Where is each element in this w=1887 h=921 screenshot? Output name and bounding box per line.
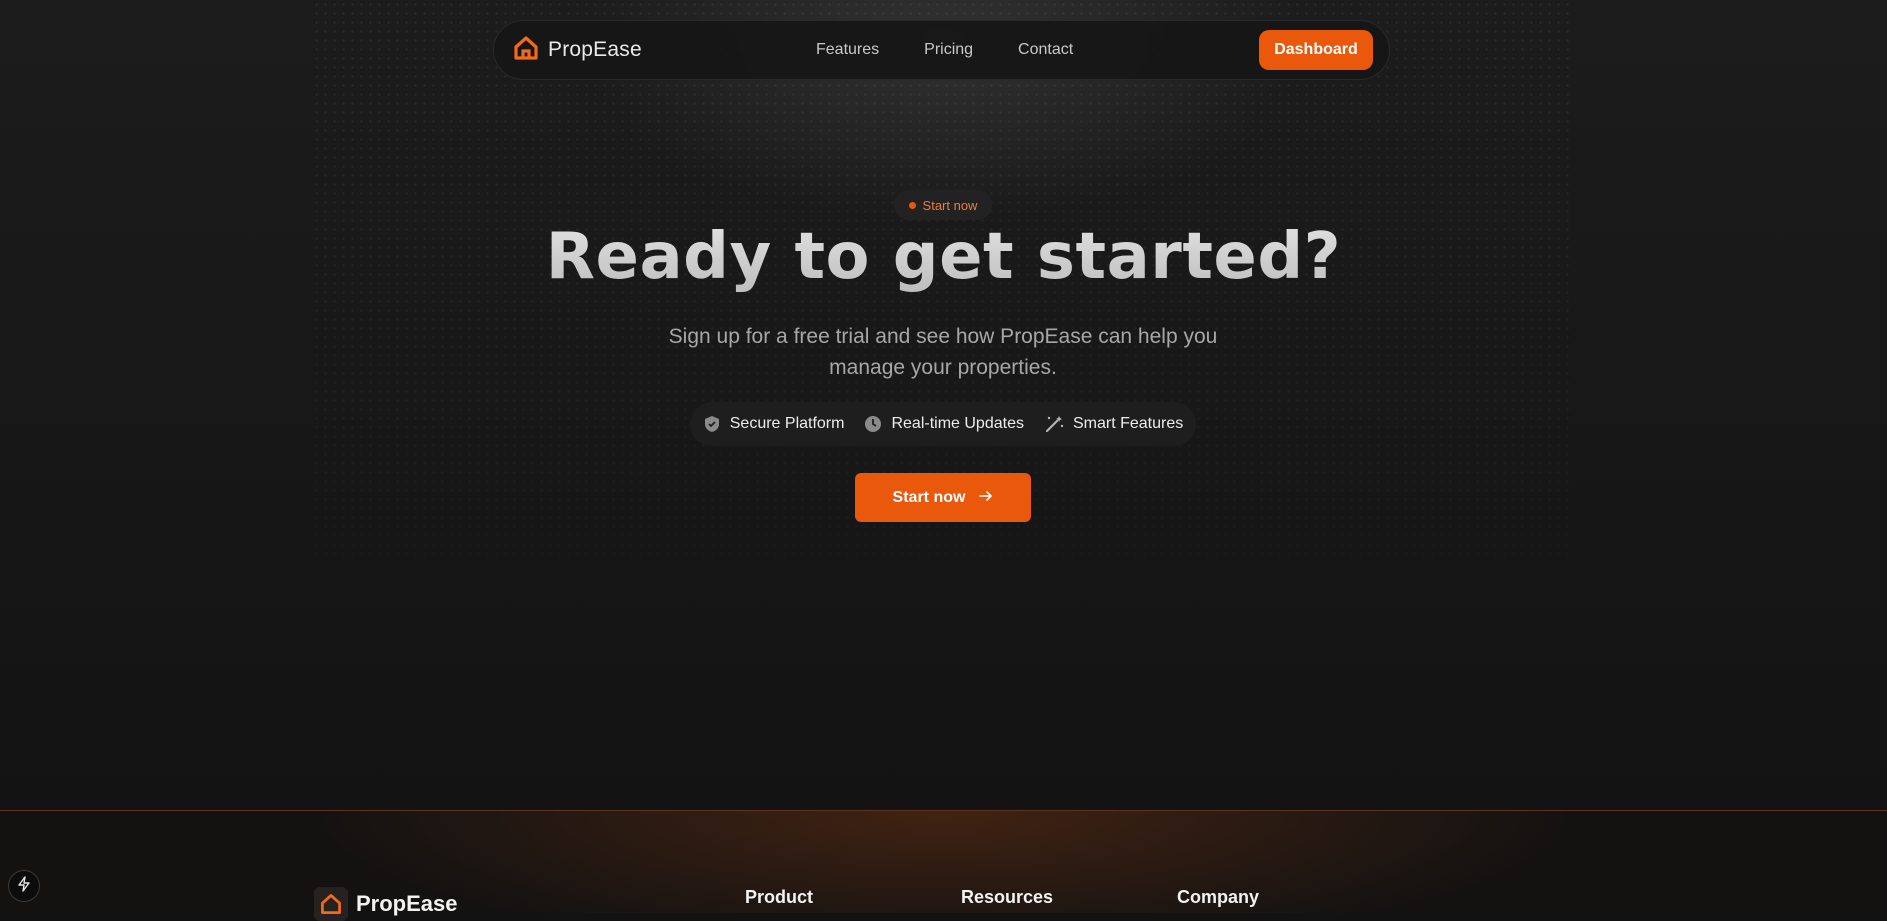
footer-column-product: Product <box>745 887 814 907</box>
house-logo-icon <box>512 34 540 67</box>
nav-links: Features Pricing Contact <box>816 21 1073 79</box>
nav-link-features[interactable]: Features <box>816 41 879 59</box>
feature-smart-features: Smart Features <box>1044 415 1183 433</box>
magic-wand-icon <box>1044 415 1064 433</box>
badge-dot-icon <box>908 201 916 209</box>
footer: PropEase Product Resources Company <box>0 810 1887 921</box>
feature-realtime-updates: Real-time Updates <box>864 415 1024 433</box>
dev-tools-button[interactable] <box>8 870 40 902</box>
footer-column-company: Company <box>1177 887 1260 907</box>
lightning-bolt-icon <box>17 875 31 897</box>
footer-house-logo-icon <box>314 887 348 921</box>
arrow-right-icon <box>979 489 993 507</box>
hero-title: Ready to get started? <box>0 220 1887 294</box>
footer-brand[interactable]: PropEase <box>314 887 458 921</box>
hero-subtitle: Sign up for a free trial and see how Pro… <box>668 325 1218 379</box>
footer-column-resources: Resources <box>961 887 1054 907</box>
nav-link-pricing[interactable]: Pricing <box>924 41 973 59</box>
top-navbar: PropEase Features Pricing Contact Dashbo… <box>493 20 1390 80</box>
start-now-badge: Start now <box>894 190 992 220</box>
clock-icon <box>864 415 882 433</box>
start-now-button[interactable]: Start now <box>855 473 1031 522</box>
badge-label: Start now <box>922 197 978 213</box>
footer-brand-name: PropEase <box>356 891 458 916</box>
nav-link-contact[interactable]: Contact <box>1018 41 1073 59</box>
feature-label: Smart Features <box>1072 415 1184 432</box>
shield-icon <box>703 415 721 433</box>
start-now-label: Start now <box>892 488 966 506</box>
brand-logo[interactable]: PropEase <box>512 34 642 67</box>
brand-name: PropEase <box>548 38 642 61</box>
feature-label: Secure Platform <box>729 415 845 432</box>
feature-label: Real-time Updates <box>891 415 1024 432</box>
dashboard-button[interactable]: Dashboard <box>1259 30 1373 70</box>
feature-pills: Secure Platform Real-time Updates Smart … <box>690 402 1196 446</box>
feature-secure-platform: Secure Platform <box>703 415 845 433</box>
